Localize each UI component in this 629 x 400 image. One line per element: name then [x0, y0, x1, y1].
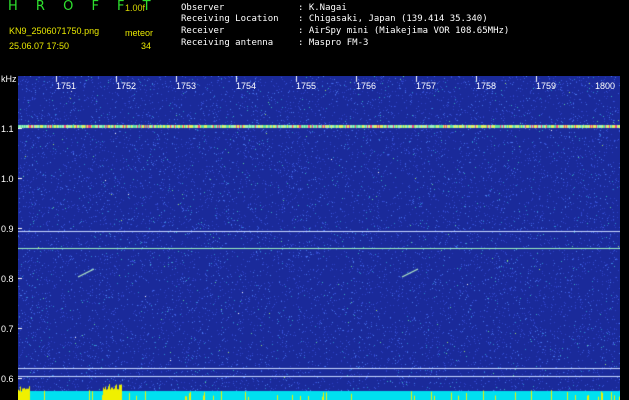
x-tick-label: 1756: [356, 81, 377, 91]
y-tick-label: 0.8: [1, 274, 14, 284]
x-tick-label: 1755: [296, 81, 317, 91]
x-tick-label: 1757: [416, 81, 437, 91]
y-tick-label: 0.9: [1, 224, 14, 234]
y-tick-label: 0.7: [1, 324, 14, 334]
x-tick-label: 1753: [176, 81, 197, 91]
y-tick-label: 1.1: [1, 124, 14, 134]
x-tick-label: 1800: [595, 81, 616, 91]
x-tick-label: 1754: [236, 81, 257, 91]
meta-label-observer: Observer: [181, 3, 225, 13]
meta-value-location: : Chigasaki, Japan (139.414 35.340): [298, 14, 488, 24]
app-version: 1.00f: [125, 3, 146, 13]
x-tick-label: 1752: [116, 81, 137, 91]
spectrogram-canvas: [18, 76, 620, 400]
image-filename: KN9_2506071750.png: [9, 26, 100, 36]
x-tick-label: 1758: [476, 81, 497, 91]
meta-label-receiver: Receiver: [181, 26, 225, 36]
y-tick-label: 0.6: [1, 374, 14, 384]
y-axis-unit-label: kHz: [1, 74, 17, 84]
meteor-count: 34: [141, 41, 152, 51]
meta-value-observer: : K.Nagai: [298, 3, 347, 13]
meta-value-antenna: : Maspro FM-3: [298, 38, 369, 48]
x-tick-label: 1759: [536, 81, 557, 91]
meta-label-location: Receiving Location: [181, 14, 279, 24]
meta-value-receiver: : AirSpy mini (Miakejima VOR 108.65MHz): [298, 26, 510, 36]
meta-label-antenna: Receiving antenna: [181, 38, 274, 48]
observation-datetime: 25.06.07 17:50: [9, 41, 70, 51]
x-tick-label: 1751: [56, 81, 77, 91]
header-panel: H R O F F T 1.00f KN9_2506071750.png met…: [0, 0, 629, 75]
y-tick-label: 1.0: [1, 174, 14, 184]
detection-mode: meteor: [125, 28, 154, 38]
right-margin: [620, 76, 629, 400]
